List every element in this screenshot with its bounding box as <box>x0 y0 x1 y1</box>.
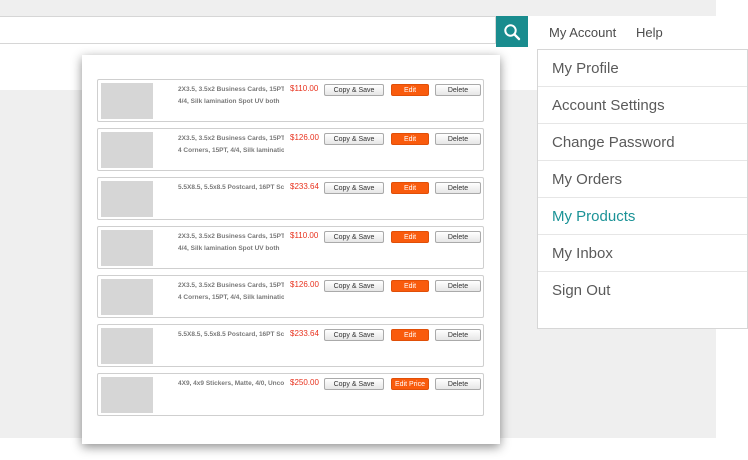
search-icon <box>504 23 521 40</box>
copy-save-button[interactable]: Copy & Save <box>324 280 384 292</box>
delete-button[interactable]: Delete <box>435 133 481 145</box>
product-price: $110.00 <box>290 84 319 93</box>
header-top-strip <box>0 0 716 16</box>
menu-item-change-password[interactable]: Change Password <box>538 124 747 161</box>
edit-button[interactable]: Edit <box>391 84 429 96</box>
copy-save-button[interactable]: Copy & Save <box>324 329 384 341</box>
product-description: 5.5X8.5, 5.5x8.5 Postcard, 16PT Sc <box>178 329 284 341</box>
product-description-line: 4/4, Silk lamination Spot UV both <box>178 245 280 252</box>
menu-item-my-inbox[interactable]: My Inbox <box>538 235 747 272</box>
delete-button[interactable]: Delete <box>435 182 481 194</box>
edit-price-button[interactable]: Edit Price <box>391 378 429 390</box>
product-row: 2X3.5, 3.5x2 Business Cards, 15PT 4/4, S… <box>97 226 484 269</box>
product-description-line: 4/4, Silk lamination Spot UV both <box>178 98 280 105</box>
delete-button[interactable]: Delete <box>435 84 481 96</box>
product-description: 5.5X8.5, 5.5x8.5 Postcard, 16PT Sc <box>178 182 284 194</box>
my-account-link[interactable]: My Account <box>549 25 616 40</box>
copy-save-button[interactable]: Copy & Save <box>324 378 384 390</box>
product-thumbnail <box>101 328 153 364</box>
search-button[interactable] <box>496 16 528 47</box>
edit-button[interactable]: Edit <box>391 231 429 243</box>
product-row: 5.5X8.5, 5.5x8.5 Postcard, 16PT Sc $233.… <box>97 177 484 220</box>
product-price: $233.64 <box>290 329 319 338</box>
product-thumbnail <box>101 377 153 413</box>
product-description-line: 4 Corners, 15PT, 4/4, Silk laminatio <box>178 147 284 154</box>
product-description: 4X9, 4x9 Stickers, Matte, 4/0, Unco <box>178 378 284 390</box>
help-link[interactable]: Help <box>636 25 663 40</box>
product-description: 2X3.5, 3.5x2 Business Cards, 15PT 4/4, S… <box>178 231 284 255</box>
edit-button[interactable]: Edit <box>391 329 429 341</box>
edit-button[interactable]: Edit <box>391 133 429 145</box>
delete-button[interactable]: Delete <box>435 329 481 341</box>
menu-item-sign-out[interactable]: Sign Out <box>538 272 747 309</box>
product-thumbnail <box>101 279 153 315</box>
menu-item-account-settings[interactable]: Account Settings <box>538 87 747 124</box>
delete-button[interactable]: Delete <box>435 231 481 243</box>
product-description-line: 2X3.5, 3.5x2 Business Cards, 15PT <box>178 135 284 142</box>
product-description-line: 4 Corners, 15PT, 4/4, Silk laminatio <box>178 294 284 301</box>
product-description-line: 2X3.5, 3.5x2 Business Cards, 15PT <box>178 233 284 240</box>
account-dropdown-menu: My Profile Account Settings Change Passw… <box>537 49 748 329</box>
delete-button[interactable]: Delete <box>435 378 481 390</box>
product-price: $250.00 <box>290 378 319 387</box>
copy-save-button[interactable]: Copy & Save <box>324 133 384 145</box>
product-thumbnail <box>101 83 153 119</box>
product-row: 5.5X8.5, 5.5x8.5 Postcard, 16PT Sc $233.… <box>97 324 484 367</box>
copy-save-button[interactable]: Copy & Save <box>324 182 384 194</box>
menu-item-my-profile[interactable]: My Profile <box>538 50 747 87</box>
product-description: 2X3.5, 3.5x2 Business Cards, 15PT 4 Corn… <box>178 280 284 304</box>
product-price: $126.00 <box>290 280 319 289</box>
product-list: 2X3.5, 3.5x2 Business Cards, 15PT 4/4, S… <box>97 79 484 422</box>
product-row: 2X3.5, 3.5x2 Business Cards, 15PT 4 Corn… <box>97 128 484 171</box>
product-price: $233.64 <box>290 182 319 191</box>
product-thumbnail <box>101 132 153 168</box>
product-description: 2X3.5, 3.5x2 Business Cards, 15PT 4/4, S… <box>178 84 284 108</box>
product-row: 2X3.5, 3.5x2 Business Cards, 15PT 4/4, S… <box>97 79 484 122</box>
search-input[interactable] <box>0 16 496 44</box>
edit-button[interactable]: Edit <box>391 182 429 194</box>
edit-button[interactable]: Edit <box>391 280 429 292</box>
product-description-line: 4X9, 4x9 Stickers, Matte, 4/0, Unco <box>178 380 284 387</box>
product-row: 2X3.5, 3.5x2 Business Cards, 15PT 4 Corn… <box>97 275 484 318</box>
menu-item-my-products[interactable]: My Products <box>538 198 747 235</box>
copy-save-button[interactable]: Copy & Save <box>324 231 384 243</box>
product-thumbnail <box>101 230 153 266</box>
product-description-line: 2X3.5, 3.5x2 Business Cards, 15PT <box>178 86 284 93</box>
menu-item-my-orders[interactable]: My Orders <box>538 161 747 198</box>
product-price: $126.00 <box>290 133 319 142</box>
product-price: $110.00 <box>290 231 319 240</box>
product-description-line: 5.5X8.5, 5.5x8.5 Postcard, 16PT Sc <box>178 184 284 191</box>
product-row: 4X9, 4x9 Stickers, Matte, 4/0, Unco $250… <box>97 373 484 416</box>
product-description-line: 5.5X8.5, 5.5x8.5 Postcard, 16PT Sc <box>178 331 284 338</box>
product-description: 2X3.5, 3.5x2 Business Cards, 15PT 4 Corn… <box>178 133 284 157</box>
copy-save-button[interactable]: Copy & Save <box>324 84 384 96</box>
product-description-line: 2X3.5, 3.5x2 Business Cards, 15PT <box>178 282 284 289</box>
delete-button[interactable]: Delete <box>435 280 481 292</box>
product-thumbnail <box>101 181 153 217</box>
products-popup: 2X3.5, 3.5x2 Business Cards, 15PT 4/4, S… <box>82 55 500 444</box>
